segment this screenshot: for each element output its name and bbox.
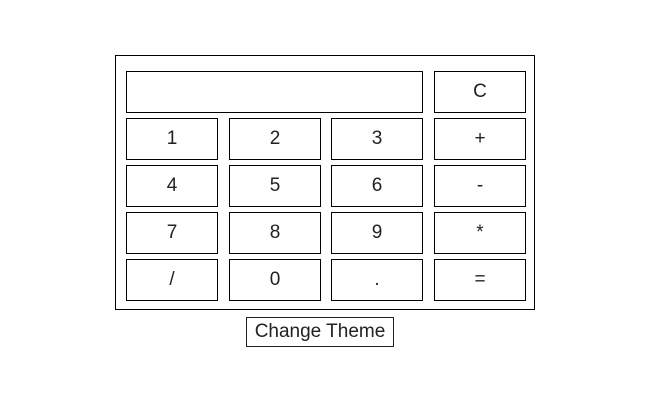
add-button[interactable]: + bbox=[434, 118, 526, 160]
digit-9-button[interactable]: 9 bbox=[331, 212, 423, 254]
equals-button[interactable]: = bbox=[434, 259, 526, 301]
multiply-button[interactable]: * bbox=[434, 212, 526, 254]
digit-0-button[interactable]: 0 bbox=[229, 259, 321, 301]
digit-5-button[interactable]: 5 bbox=[229, 165, 321, 207]
subtract-button[interactable]: - bbox=[434, 165, 526, 207]
change-theme-button[interactable]: Change Theme bbox=[246, 317, 394, 347]
digit-1-button[interactable]: 1 bbox=[126, 118, 218, 160]
decimal-button[interactable]: . bbox=[331, 259, 423, 301]
calculator-display[interactable] bbox=[126, 71, 423, 113]
digit-7-button[interactable]: 7 bbox=[126, 212, 218, 254]
calculator: C 1 2 3 + 4 5 6 - 7 8 9 * / 0 . = bbox=[115, 55, 535, 310]
digit-8-button[interactable]: 8 bbox=[229, 212, 321, 254]
digit-4-button[interactable]: 4 bbox=[126, 165, 218, 207]
digit-2-button[interactable]: 2 bbox=[229, 118, 321, 160]
clear-button[interactable]: C bbox=[434, 71, 526, 113]
digit-3-button[interactable]: 3 bbox=[331, 118, 423, 160]
divide-button[interactable]: / bbox=[126, 259, 218, 301]
digit-6-button[interactable]: 6 bbox=[331, 165, 423, 207]
